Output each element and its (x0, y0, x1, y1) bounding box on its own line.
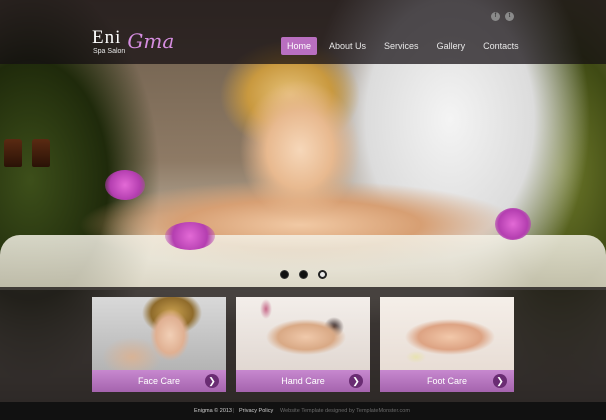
nav-item-home[interactable]: Home (281, 37, 318, 55)
orchid-flower (105, 170, 145, 200)
chevron-right-icon[interactable]: ❯ (349, 374, 363, 388)
nav-item-contacts[interactable]: Contacts (477, 37, 525, 55)
service-card-bar[interactable]: Hand Care ❯ (236, 370, 370, 392)
site-logo[interactable]: Eni Spa Salon Gma (92, 27, 175, 56)
service-card-hand-care[interactable]: Hand Care ❯ (236, 297, 370, 392)
slider-dot-2[interactable] (299, 270, 308, 279)
social-links: f t (491, 12, 514, 21)
privacy-policy-link[interactable]: Privacy Policy (239, 402, 273, 420)
orchid-flower (165, 222, 215, 250)
oil-bottle (4, 139, 22, 167)
foot-care-image (380, 297, 514, 370)
slider-dot-3[interactable] (318, 270, 327, 279)
logo-script: Gma (127, 29, 175, 53)
twitter-icon[interactable]: t (505, 12, 514, 21)
header-bar: Eni Spa Salon Gma f t Home About Us Serv… (0, 0, 606, 64)
service-card-foot-care[interactable]: Foot Care ❯ (380, 297, 514, 392)
oil-bottles (2, 135, 57, 167)
footer-copyright: Enigma © 2013 (194, 408, 232, 414)
nav-item-services[interactable]: Services (378, 37, 425, 55)
service-card-face-care[interactable]: Face Care ❯ (92, 297, 226, 392)
nav-item-about-us[interactable]: About Us (323, 37, 372, 55)
slider-dot-1[interactable] (280, 270, 289, 279)
logo-tagline: Spa Salon (93, 48, 126, 55)
nav-item-gallery[interactable]: Gallery (431, 37, 472, 55)
chevron-right-icon[interactable]: ❯ (493, 374, 507, 388)
orchid-flower (495, 208, 531, 240)
main-nav: Home About Us Services Gallery Contacts (281, 37, 531, 55)
slider-pagination (280, 270, 327, 279)
footer-separator: | (233, 408, 235, 414)
towel (0, 235, 606, 290)
logo-name: Eni (92, 27, 122, 48)
face-care-image (92, 297, 226, 370)
service-card-bar[interactable]: Face Care ❯ (92, 370, 226, 392)
service-card-bar[interactable]: Foot Care ❯ (380, 370, 514, 392)
chevron-right-icon[interactable]: ❯ (205, 374, 219, 388)
hand-care-image (236, 297, 370, 370)
footer-credit-link[interactable]: Website Template designed by TemplateMon… (280, 402, 410, 420)
facebook-icon[interactable]: f (491, 12, 500, 21)
oil-bottle (32, 139, 50, 167)
footer: Enigma © 2013 | Privacy Policy Website T… (0, 402, 606, 420)
